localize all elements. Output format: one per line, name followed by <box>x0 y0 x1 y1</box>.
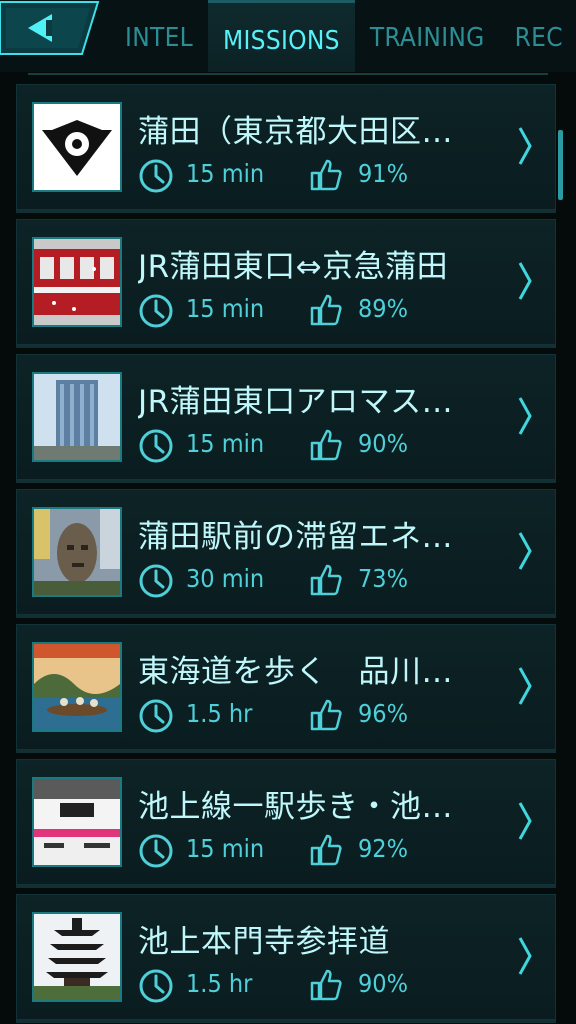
mission-meta: 15 min 92% <box>138 831 518 871</box>
mission-card[interactable]: JR蒲田東口⇔京急蒲田 15 min 89% <box>16 219 556 348</box>
chevron-right-icon <box>518 127 532 165</box>
clock-icon <box>139 294 173 328</box>
mission-rating: 89% <box>358 294 408 323</box>
mission-meta: 1.5 hr 96% <box>138 696 518 736</box>
mission-title: 池上本門寺参拝道 <box>138 924 390 960</box>
thumbs-up-icon <box>310 969 342 1001</box>
thumbs-up-icon <box>310 159 342 191</box>
mission-thumbnail <box>32 777 122 867</box>
thumbs-up-icon <box>310 834 342 866</box>
thumbs-up-icon <box>310 294 342 326</box>
mission-meta: 30 min 73% <box>138 561 518 601</box>
chevron-right-icon <box>518 937 532 975</box>
mission-title: JR蒲田東口⇔京急蒲田 <box>138 249 449 285</box>
chevron-right-icon <box>518 667 532 705</box>
mission-title: 蒲田駅前の滞留エネ… <box>138 519 453 555</box>
scrollbar[interactable] <box>558 130 563 200</box>
mission-rating: 90% <box>358 429 408 458</box>
thumbs-up-icon <box>310 429 342 461</box>
clock-icon <box>139 699 173 733</box>
mission-card[interactable]: 池上線一駅歩き・池… 15 min 92% <box>16 759 556 888</box>
mission-rating: 91% <box>358 159 408 188</box>
mission-card[interactable]: 東海道を歩く 品川… 1.5 hr 96% <box>16 624 556 753</box>
clock-icon <box>139 564 173 598</box>
mission-card[interactable]: JR蒲田東口アロマス… 15 min 90% <box>16 354 556 483</box>
mission-meta: 15 min 89% <box>138 291 518 331</box>
mission-list[interactable]: 蒲田（東京都大田区… 15 min 91% JR蒲田東口⇔京急蒲田 15 min… <box>0 0 576 1024</box>
mission-card[interactable]: 池上本門寺参拝道 1.5 hr 90% <box>16 894 556 1023</box>
mission-duration: 15 min <box>186 834 265 863</box>
mission-thumbnail <box>32 102 122 192</box>
mission-title: JR蒲田東口アロマス… <box>138 384 454 420</box>
mission-title: 蒲田（東京都大田区… <box>138 114 453 150</box>
mission-thumbnail <box>32 912 122 1002</box>
mission-rating: 90% <box>358 969 408 998</box>
chevron-right-icon <box>518 262 532 300</box>
mission-thumbnail <box>32 642 122 732</box>
mission-thumbnail <box>32 507 122 597</box>
mission-duration: 15 min <box>186 429 265 458</box>
clock-icon <box>139 969 173 1003</box>
chevron-right-icon <box>518 802 532 840</box>
mission-meta: 15 min 90% <box>138 426 518 466</box>
mission-card[interactable]: 蒲田駅前の滞留エネ… 30 min 73% <box>16 489 556 618</box>
chevron-right-icon <box>518 397 532 435</box>
mission-duration: 1.5 hr <box>186 699 253 728</box>
mission-rating: 92% <box>358 834 408 863</box>
clock-icon <box>139 834 173 868</box>
mission-duration: 30 min <box>186 564 265 593</box>
mission-rating: 73% <box>358 564 408 593</box>
thumbs-up-icon <box>310 564 342 596</box>
thumbs-up-icon <box>310 699 342 731</box>
mission-card[interactable]: 蒲田（東京都大田区… 15 min 91% <box>16 84 556 213</box>
mission-rating: 96% <box>358 699 408 728</box>
mission-duration: 15 min <box>186 294 265 323</box>
mission-meta: 1.5 hr 90% <box>138 966 518 1006</box>
mission-thumbnail <box>32 372 122 462</box>
clock-icon <box>139 159 173 193</box>
mission-title: 東海道を歩く 品川… <box>138 654 453 690</box>
mission-meta: 15 min 91% <box>138 156 518 196</box>
mission-duration: 1.5 hr <box>186 969 253 998</box>
clock-icon <box>139 429 173 463</box>
mission-duration: 15 min <box>186 159 265 188</box>
mission-title: 池上線一駅歩き・池… <box>138 789 453 825</box>
chevron-right-icon <box>518 532 532 570</box>
mission-thumbnail <box>32 237 122 327</box>
